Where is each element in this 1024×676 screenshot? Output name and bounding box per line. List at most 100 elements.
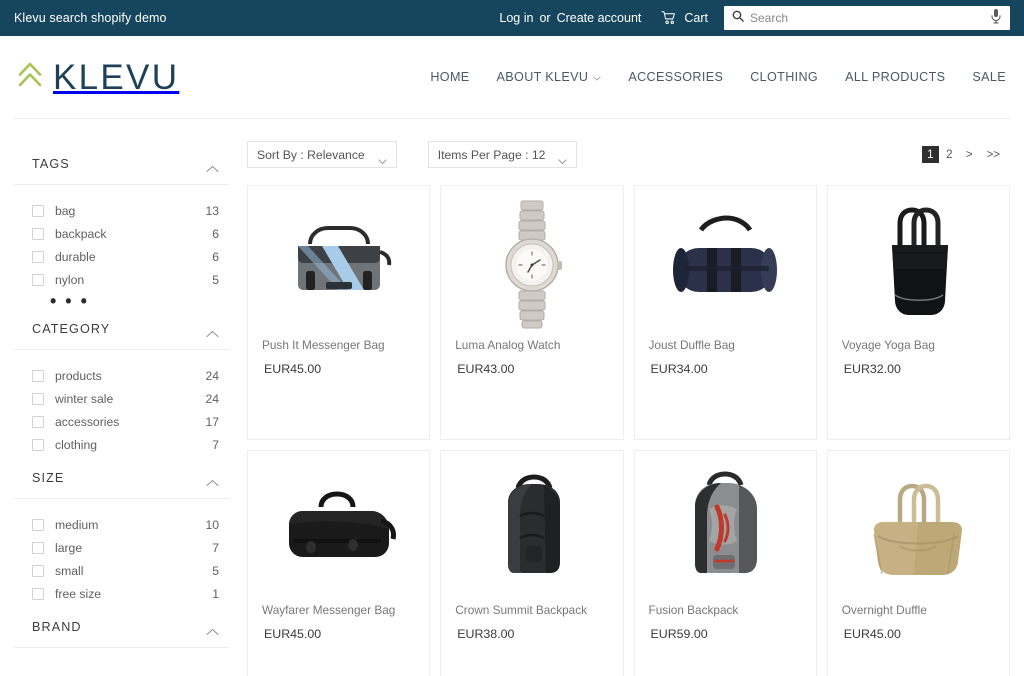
checkbox[interactable] — [32, 564, 44, 577]
product-price: EUR43.00 — [457, 362, 515, 377]
logo[interactable]: KLEVU — [16, 59, 179, 96]
facet-options-category: products 24 winter sale 24 accessories 1… — [14, 350, 229, 466]
checkbox[interactable] — [32, 250, 44, 263]
facet-option[interactable]: small 5 — [32, 559, 219, 582]
product-card[interactable]: Voyage Yoga Bag EUR32.00 — [826, 185, 1010, 440]
product-name: Voyage Yoga Bag — [841, 338, 935, 352]
chevron-up-icon — [206, 474, 219, 486]
nav-item-all-products[interactable]: ALL PRODUCTS — [845, 70, 945, 84]
product-image-backpack-gray-red — [635, 459, 816, 599]
pagination: 1 2 > >> — [921, 146, 1006, 163]
facet-option[interactable]: medium 10 — [32, 513, 219, 536]
facet-header-size[interactable]: SIZE — [14, 471, 229, 499]
facet-option-label: nylon — [55, 272, 85, 287]
chevron-up-icon — [206, 160, 219, 172]
facet-option[interactable]: bag 13 — [32, 199, 219, 222]
items-per-page-dropdown[interactable]: Items Per Page : 12 — [427, 141, 578, 168]
facet-header-tags[interactable]: TAGS — [14, 157, 229, 185]
site-header: KLEVU HOME ABOUT KLEVU ACCESSORIES CLOTH… — [0, 36, 1024, 118]
facet-option-label: medium — [55, 517, 99, 532]
facet-option[interactable]: clothing 7 — [32, 433, 219, 456]
product-image-backpack-dark — [441, 459, 622, 599]
checkbox[interactable] — [32, 541, 44, 554]
cart-button[interactable]: Cart — [661, 11, 708, 25]
page-button-2[interactable]: 2 — [941, 146, 958, 163]
chevron-down-icon — [558, 152, 568, 165]
product-name: Overnight Duffle — [841, 603, 927, 617]
product-card[interactable]: Wayfarer Messenger Bag EUR45.00 — [247, 450, 431, 676]
facet-option-count: 13 — [205, 203, 219, 218]
product-card[interactable]: Joust Duffle Bag EUR34.00 — [633, 185, 817, 440]
facet-header-category[interactable]: CATEGORY — [14, 322, 229, 350]
sort-by-label: Sort By : Relevance — [257, 147, 365, 162]
facet-option-label: clothing — [55, 437, 98, 452]
last-page-button[interactable]: >> — [981, 146, 1006, 163]
results-toolbar: Sort By : Relevance Items Per Page : 12 … — [247, 141, 1010, 168]
login-link[interactable]: Log in — [499, 11, 533, 25]
nav-item-sale[interactable]: SALE — [972, 70, 1006, 84]
facet-option[interactable]: durable 6 — [32, 245, 219, 268]
facet-option-count: 24 — [205, 391, 219, 406]
product-name: Push It Messenger Bag — [262, 338, 385, 352]
facet-option[interactable]: free size 1 — [32, 582, 219, 605]
checkbox[interactable] — [32, 587, 44, 600]
product-price: EUR45.00 — [843, 627, 901, 642]
facet-title: BRAND — [32, 620, 82, 634]
facet-option[interactable]: large 7 — [32, 536, 219, 559]
nav-item-accessories[interactable]: ACCESSORIES — [628, 70, 723, 84]
page-button-1[interactable]: 1 — [921, 146, 939, 163]
search-input[interactable] — [750, 11, 990, 25]
facet-option-label: bag — [55, 203, 76, 218]
checkbox[interactable] — [32, 518, 44, 531]
chevron-up-icon — [206, 325, 219, 337]
sort-by-dropdown[interactable]: Sort By : Relevance — [247, 141, 397, 168]
checkbox[interactable] — [32, 204, 44, 217]
search-box[interactable] — [724, 6, 1010, 30]
product-image-tote-bag-black — [828, 194, 1009, 334]
microphone-icon[interactable] — [990, 8, 1002, 29]
chevron-down-icon — [378, 152, 387, 165]
facet-option[interactable]: products 24 — [32, 364, 219, 387]
facet-options-tags: bag 13 backpack 6 durable 6 nylon 5 • • … — [14, 185, 229, 317]
nav-item-clothing[interactable]: CLOTHING — [750, 70, 818, 84]
checkbox[interactable] — [32, 415, 44, 428]
search-icon — [732, 9, 750, 27]
facet-option[interactable]: winter sale 24 — [32, 387, 219, 410]
or-separator: or — [539, 11, 551, 25]
facet-option[interactable]: backpack 6 — [32, 222, 219, 245]
chevron-up-icon — [206, 623, 219, 635]
facet-option[interactable]: accessories 17 — [32, 410, 219, 433]
nav-item-home[interactable]: HOME — [430, 70, 469, 84]
product-price: EUR45.00 — [264, 362, 322, 377]
product-card[interactable]: Fusion Backpack EUR59.00 — [633, 450, 817, 676]
facet-tags: TAGS bag 13 backpack 6 durable 6 nylon 5… — [14, 157, 229, 317]
facet-category: CATEGORY products 24 winter sale 24 acce… — [14, 322, 229, 466]
show-more-tags-button[interactable]: • • • — [32, 291, 219, 310]
create-account-link[interactable]: Create account — [557, 11, 642, 25]
top-bar-right-group: Log in or Create account Cart — [499, 6, 1010, 30]
facet-size: SIZE medium 10 large 7 small 5 free size… — [14, 471, 229, 615]
facet-option-count: 5 — [212, 563, 219, 578]
nav-label: ABOUT KLEVU — [496, 70, 589, 84]
top-utility-bar: Klevu search shopify demo Log in or Crea… — [0, 0, 1024, 36]
next-page-button[interactable]: > — [960, 146, 979, 163]
facet-header-brand[interactable]: BRAND — [14, 620, 229, 648]
product-card[interactable]: Crown Summit Backpack EUR38.00 — [440, 450, 624, 676]
checkbox[interactable] — [32, 438, 44, 451]
product-card[interactable]: Push It Messenger Bag EUR45.00 — [247, 185, 431, 440]
product-price: EUR45.00 — [264, 627, 322, 642]
facet-option[interactable]: nylon 5 — [32, 268, 219, 291]
nav-label: SALE — [972, 70, 1006, 84]
facet-option-count: 6 — [212, 249, 219, 264]
product-card[interactable]: Overnight Duffle EUR45.00 — [826, 450, 1010, 676]
checkbox[interactable] — [32, 369, 44, 382]
checkbox[interactable] — [32, 273, 44, 286]
checkbox[interactable] — [32, 392, 44, 405]
facet-brand: BRAND — [14, 620, 229, 648]
facet-options-size: medium 10 large 7 small 5 free size 1 — [14, 499, 229, 615]
product-card[interactable]: Luma Analog Watch EUR43.00 — [440, 185, 624, 440]
nav-item-about-klevu[interactable]: ABOUT KLEVU — [497, 70, 602, 84]
cart-label: Cart — [684, 11, 708, 25]
product-price: EUR38.00 — [457, 627, 515, 642]
checkbox[interactable] — [32, 227, 44, 240]
